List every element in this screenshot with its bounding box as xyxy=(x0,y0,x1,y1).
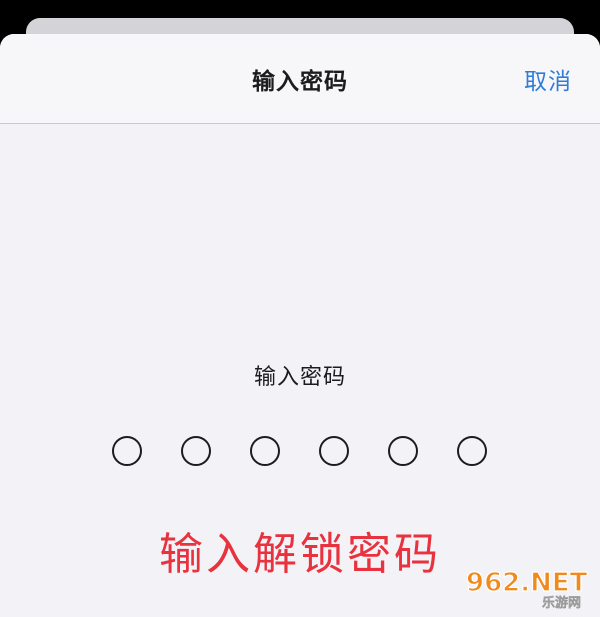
passcode-dot xyxy=(457,436,487,466)
passcode-sheet: 输入密码 取消 输入密码 输入解锁密码 xyxy=(0,34,600,617)
passcode-dot xyxy=(388,436,418,466)
passcode-dot xyxy=(319,436,349,466)
passcode-dot xyxy=(250,436,280,466)
navigation-bar: 输入密码 取消 xyxy=(0,34,600,124)
passcode-prompt: 输入密码 xyxy=(253,365,346,390)
passcode-dot xyxy=(181,436,211,466)
passcode-dots[interactable] xyxy=(0,436,600,468)
cancel-button[interactable]: 取消 xyxy=(524,62,572,96)
nav-title: 输入密码 xyxy=(252,69,348,95)
passcode-dot xyxy=(112,436,142,466)
watermark-logo: 962.NET 乐游网 xyxy=(465,567,588,611)
watermark-subtitle: 乐游网 xyxy=(542,595,581,611)
screen: 输入密码 取消 输入密码 输入解锁密码 962.NET 乐游网 xyxy=(0,0,600,617)
watermark-brand: 962.NET xyxy=(466,568,588,598)
